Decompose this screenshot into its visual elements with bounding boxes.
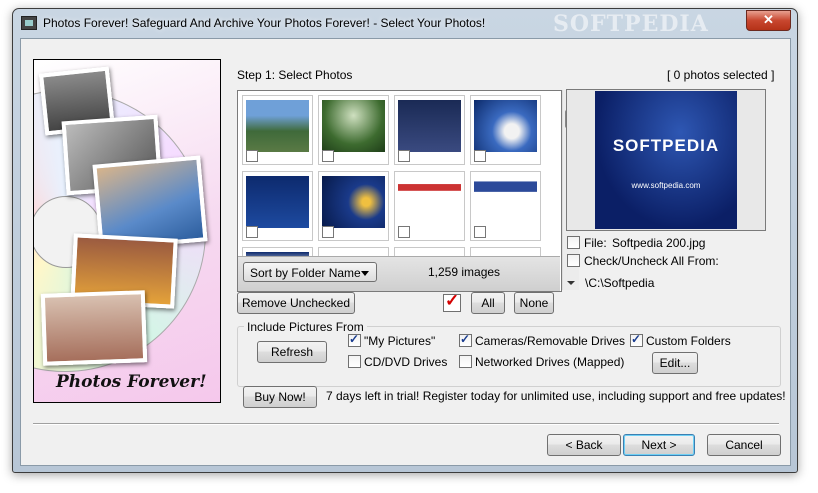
check-all-checkbox[interactable]	[567, 254, 580, 267]
select-all-button[interactable]: All	[471, 292, 505, 314]
thumbnail[interactable]	[242, 95, 313, 165]
thumbnail[interactable]	[394, 171, 465, 241]
banner-title: Photos Forever!	[56, 372, 207, 392]
selected-count: [ 0 photos selected ]	[667, 68, 775, 82]
file-name: Softpedia 200.jpg	[612, 236, 706, 250]
chevron-down-icon	[361, 271, 369, 276]
custom-folders-checkbox[interactable]	[630, 332, 643, 347]
cd-dvd-label: CD/DVD Drives	[364, 355, 448, 369]
next-button[interactable]: Next >	[623, 434, 695, 456]
thumbnail-checkbox[interactable]	[322, 226, 334, 238]
step-label: Step 1: Select Photos	[237, 68, 353, 82]
thumbnail-checkbox[interactable]	[246, 226, 258, 238]
footer-separator	[33, 423, 779, 425]
check-mark-icon[interactable]	[443, 291, 461, 312]
preview-logo-text: SOFTPEDIA	[612, 136, 720, 155]
network-drives-checkbox[interactable]	[459, 355, 472, 368]
app-icon[interactable]	[21, 16, 37, 30]
thumbnail[interactable]	[394, 95, 465, 165]
banner-image: Photos Forever!	[33, 59, 221, 403]
close-button[interactable]: ✕	[746, 10, 791, 31]
remove-unchecked-button[interactable]: Remove Unchecked	[237, 292, 355, 314]
buy-now-button[interactable]: Buy Now!	[243, 386, 317, 408]
thumbnail[interactable]	[318, 95, 389, 165]
back-button[interactable]: < Back	[547, 434, 621, 456]
preview-pane: SOFTPEDIA www.softpedia.com	[566, 89, 766, 231]
thumbnail[interactable]	[470, 171, 541, 241]
thumbnail-toolbar: Sort by Folder Name 1,259 images	[238, 256, 560, 291]
thumbnail[interactable]	[470, 95, 541, 165]
softpedia-watermark: SOFTPEDIA	[553, 11, 709, 37]
refresh-button[interactable]: Refresh	[257, 341, 327, 363]
thumbnail-checkbox[interactable]	[474, 150, 486, 162]
scroll-down-icon[interactable]	[567, 281, 575, 285]
thumbnail[interactable]	[318, 171, 389, 241]
app-window: Photos Forever! Safeguard And Archive Yo…	[12, 8, 798, 473]
thumbnail-checkbox[interactable]	[398, 150, 410, 162]
dialog-body: Photos Forever! Step 1: Select Photos [ …	[20, 38, 791, 466]
cameras-label: Cameras/Removable Drives	[475, 334, 626, 348]
preview-url-text: www.softpedia.com	[631, 181, 701, 190]
cd-dvd-checkbox[interactable]	[348, 355, 361, 368]
image-count: 1,259 images	[428, 265, 501, 279]
file-checkbox[interactable]	[567, 236, 580, 249]
thumbnail-checkbox[interactable]	[398, 226, 410, 238]
cameras-checkbox[interactable]	[459, 332, 472, 347]
title-bar[interactable]: Photos Forever! Safeguard And Archive Yo…	[13, 9, 797, 37]
check-all-label: Check/Uncheck All From:	[584, 254, 719, 268]
sort-dropdown[interactable]: Sort by Folder Name	[243, 262, 377, 282]
cancel-button[interactable]: Cancel	[707, 434, 781, 456]
network-drives-label: Networked Drives (Mapped)	[475, 355, 625, 369]
trial-message: 7 days left in trial! Register today for…	[326, 389, 786, 403]
edit-folders-button[interactable]: Edit...	[652, 352, 698, 374]
thumbnail-checkbox[interactable]	[322, 150, 334, 162]
thumbnail[interactable]	[242, 171, 313, 241]
preview-image: SOFTPEDIA www.softpedia.com	[595, 91, 737, 229]
photo-girls	[40, 290, 148, 366]
my-pictures-checkbox[interactable]	[348, 332, 361, 347]
sort-dropdown-value: Sort by Folder Name	[250, 266, 361, 280]
window-title: Photos Forever! Safeguard And Archive Yo…	[43, 16, 486, 30]
custom-folders-label: Custom Folders	[646, 334, 731, 348]
thumbnail-checkbox[interactable]	[474, 226, 486, 238]
thumbnail-checkbox[interactable]	[246, 150, 258, 162]
my-pictures-label: "My Pictures"	[364, 334, 436, 348]
folder-path: \C:\Softpedia	[585, 276, 655, 290]
file-label: File:	[584, 236, 607, 250]
select-none-button[interactable]: None	[514, 292, 554, 314]
